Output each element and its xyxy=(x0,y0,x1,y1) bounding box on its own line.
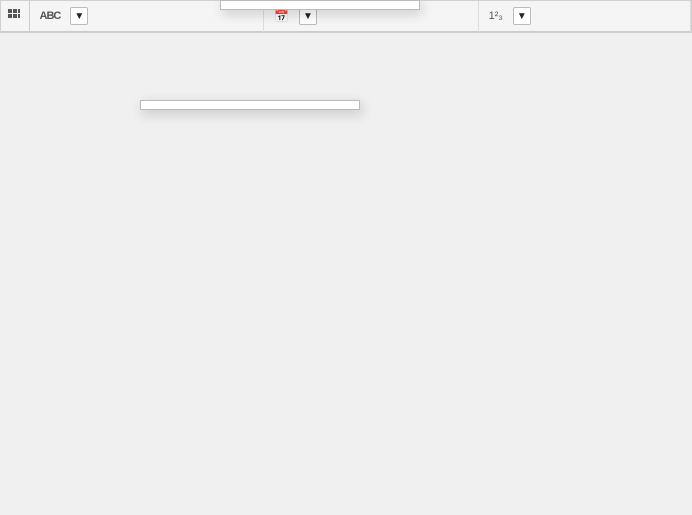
sales-filter-btn[interactable]: ▼ xyxy=(513,7,531,25)
context-menu xyxy=(140,100,360,110)
abc-icon: ABC xyxy=(40,10,61,22)
sales-header: 1²₃ ▼ xyxy=(478,1,690,32)
row-num-header xyxy=(1,1,29,32)
text-filters-submenu xyxy=(220,0,420,10)
calendar-icon: 📅 xyxy=(274,9,289,23)
account-code-filter-btn[interactable]: ▼ xyxy=(70,7,88,25)
num-icon: 1²₃ xyxy=(489,10,503,22)
grid-icon xyxy=(7,8,21,25)
